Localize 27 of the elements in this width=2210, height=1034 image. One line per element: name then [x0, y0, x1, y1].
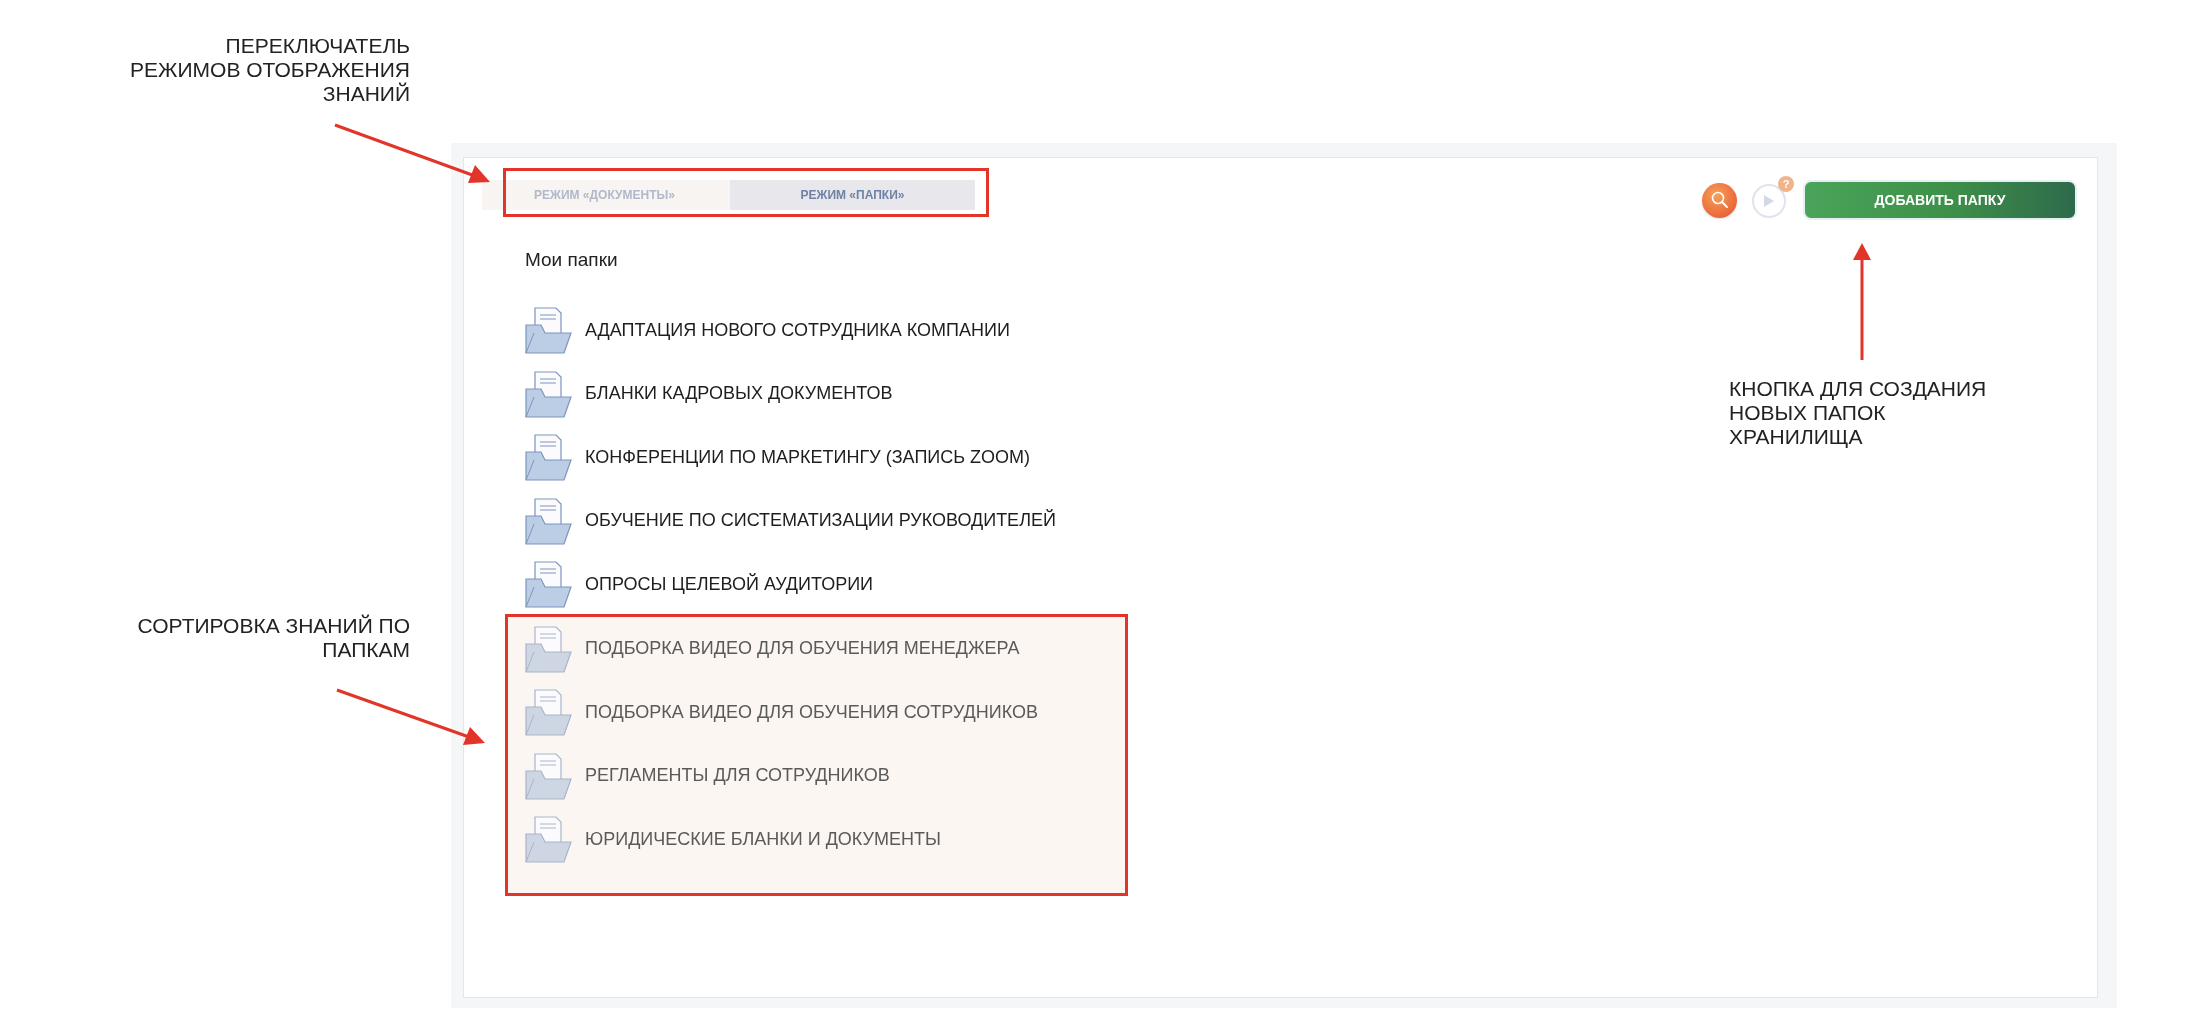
search-icon [1709, 190, 1730, 210]
folder-icon [523, 814, 573, 865]
folder-name[interactable]: ПОДБОРКА ВИДЕО ДЛЯ ОБУЧЕНИЯ СОТРУДНИКОВ [585, 698, 1038, 726]
add-folder-button[interactable]: ДОБАВИТЬ ПАПКУ [1803, 180, 2077, 220]
folder-name[interactable]: РЕГЛАМЕНТЫ ДЛЯ СОТРУДНИКОВ [585, 762, 890, 790]
folder-icon [523, 559, 573, 610]
folder-name[interactable]: АДАПТАЦИЯ НОВОГО СОТРУДНИКА КОМПАНИИ [585, 316, 1010, 344]
play-icon [1763, 194, 1775, 208]
folder-name[interactable]: БЛАНКИ КАДРОВЫХ ДОКУМЕНТОВ [585, 380, 893, 408]
section-title: Мои папки [525, 248, 619, 272]
folder-icon [523, 750, 573, 801]
folder-name[interactable]: ЮРИДИЧЕСКИЕ БЛАНКИ И ДОКУМЕНТЫ [585, 825, 941, 853]
folder-icon [523, 305, 573, 356]
folder-icon [523, 623, 573, 674]
search-button[interactable] [1702, 182, 1737, 218]
annotation-label: ПЕРЕКЛЮЧАТЕЛЬ РЕЖИМОВ ОТОБРАЖЕНИЯ ЗНАНИЙ [130, 34, 410, 106]
folder-icon [523, 495, 573, 546]
folder-name[interactable]: КОНФЕРЕНЦИИ ПО МАРКЕТИНГУ (ЗАПИСЬ ZOOM) [585, 443, 1031, 471]
help-badge: ? [1778, 176, 1794, 192]
folder-icon [523, 368, 573, 419]
annotation-label: КНОПКА ДЛЯ СОЗДАНИЯ НОВЫХ ПАПОК ХРАНИЛИЩА [1729, 377, 1987, 449]
folder-icon [523, 687, 573, 738]
annotation-label: СОРТИРОВКА ЗНАНИЙ ПО ПАПКАМ [137, 614, 410, 662]
folder-icon [523, 432, 573, 483]
folder-name[interactable]: ПОДБОРКА ВИДЕО ДЛЯ ОБУЧЕНИЯ МЕНЕДЖЕРА [585, 635, 1020, 663]
folder-name[interactable]: ОБУЧЕНИЕ ПО СИСТЕМАТИЗАЦИИ РУКОВОДИТЕЛЕЙ [585, 507, 1056, 535]
folder-name[interactable]: ОПРОСЫ ЦЕЛЕВОЙ АУДИТОРИИ [585, 570, 873, 598]
